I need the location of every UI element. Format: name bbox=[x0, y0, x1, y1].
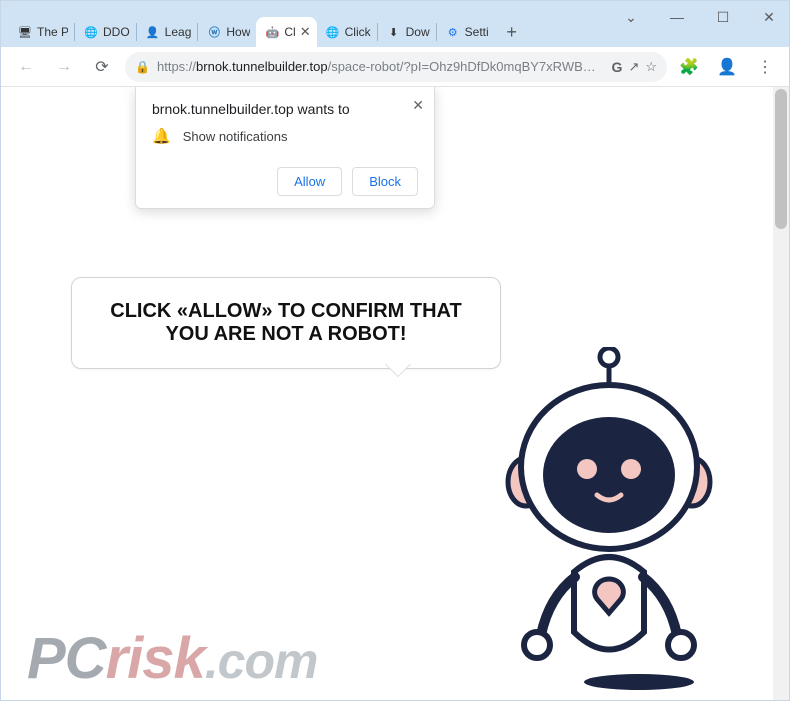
tab-dow[interactable]: ⬇ Dow bbox=[378, 17, 436, 47]
scrollbar-thumb[interactable] bbox=[775, 89, 787, 229]
tab-how[interactable]: ⓦ How bbox=[198, 17, 256, 47]
menu-icon[interactable]: ⋮ bbox=[751, 53, 779, 81]
download-icon: ⬇ bbox=[386, 24, 402, 40]
back-button[interactable]: ← bbox=[11, 52, 41, 82]
new-tab-button[interactable]: + bbox=[499, 19, 525, 45]
lock-icon: 🔒 bbox=[135, 60, 151, 74]
window-maximize-icon[interactable]: ☐ bbox=[709, 7, 737, 27]
window-controls: ⌄ — ☐ ✕ bbox=[617, 7, 783, 27]
window-close-icon[interactable]: ✕ bbox=[755, 7, 783, 27]
url-text: https://brnok.tunnelbuilder.top/space-ro… bbox=[157, 59, 606, 74]
tab-label: The P bbox=[37, 25, 68, 39]
permission-title: brnok.tunnelbuilder.top wants to bbox=[152, 101, 418, 117]
tab-setti[interactable]: ⚙ Setti bbox=[437, 17, 495, 47]
tab-label: How bbox=[226, 25, 250, 39]
page-content: ✕ brnok.tunnelbuilder.top wants to 🔔 Sho… bbox=[1, 87, 789, 700]
tab-active[interactable]: 🤖 Cl ✕ bbox=[256, 17, 316, 47]
notification-permission-dialog: ✕ brnok.tunnelbuilder.top wants to 🔔 Sho… bbox=[135, 87, 435, 209]
tab-ddo[interactable]: 🌐 DDO bbox=[75, 17, 136, 47]
tab-click[interactable]: 🌐 Click bbox=[317, 17, 377, 47]
globe-icon: 🌐 bbox=[325, 24, 341, 40]
extensions-icon[interactable]: 🧩 bbox=[675, 53, 703, 81]
tab-label: Cl bbox=[284, 25, 295, 39]
tab-label: Leag bbox=[165, 25, 192, 39]
tab-the-p[interactable]: 🖥 The P bbox=[9, 17, 74, 47]
tab-label: Setti bbox=[465, 25, 489, 39]
share-icon[interactable]: ↗ bbox=[628, 59, 639, 75]
wordpress-icon: ⓦ bbox=[206, 24, 222, 40]
robot-shadow bbox=[584, 674, 694, 690]
tab-label: Click bbox=[345, 25, 371, 39]
bell-icon: 🔔 bbox=[152, 127, 171, 145]
reload-button[interactable]: ⟳ bbox=[87, 52, 117, 82]
robot-icon: 🤖 bbox=[264, 24, 280, 40]
account-icon[interactable]: 👤 bbox=[713, 53, 741, 81]
omnibox[interactable]: 🔒 https://brnok.tunnelbuilder.top/space-… bbox=[125, 52, 667, 82]
forward-button[interactable]: → bbox=[49, 52, 79, 82]
google-icon[interactable]: G bbox=[612, 59, 623, 75]
address-bar: ← → ⟳ 🔒 https://brnok.tunnelbuilder.top/… bbox=[1, 47, 789, 87]
permission-text: Show notifications bbox=[183, 129, 288, 144]
allow-button[interactable]: Allow bbox=[277, 167, 342, 196]
tab-label: DDO bbox=[103, 25, 130, 39]
close-icon[interactable]: ✕ bbox=[412, 97, 424, 114]
avatar-icon: 👤 bbox=[145, 24, 161, 40]
tab-leag[interactable]: 👤 Leag bbox=[137, 17, 198, 47]
close-tab-icon[interactable]: ✕ bbox=[300, 24, 311, 40]
star-icon[interactable]: ☆ bbox=[645, 59, 657, 75]
globe-icon: 🌐 bbox=[83, 24, 99, 40]
speech-bubble: CLICK «ALLOW» TO CONFIRM THAT YOU ARE NO… bbox=[71, 277, 501, 369]
watermark: PCrisk.com bbox=[27, 630, 317, 688]
block-button[interactable]: Block bbox=[352, 167, 418, 196]
vertical-scrollbar[interactable] bbox=[773, 87, 789, 700]
window-minimize-icon[interactable]: — bbox=[663, 7, 691, 27]
tab-label: Dow bbox=[406, 25, 430, 39]
window-dropdown-icon[interactable]: ⌄ bbox=[617, 7, 645, 27]
robot-illustration bbox=[479, 347, 729, 697]
favicon-icon: 🖥 bbox=[17, 24, 33, 40]
gear-icon: ⚙ bbox=[445, 24, 461, 40]
